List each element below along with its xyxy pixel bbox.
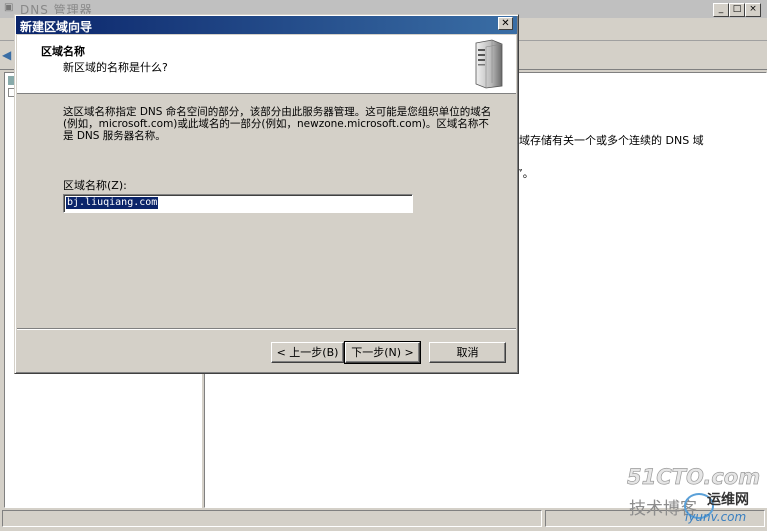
maximize-icon[interactable]: □ (729, 3, 745, 17)
details-description-line-1: 域存储有关一个或多个连续的 DNS 域 (519, 134, 704, 147)
page-subheading: 新区域的名称是什么? (63, 61, 168, 74)
next-button[interactable]: 下一步(N) > (344, 341, 421, 364)
back-button[interactable]: < 上一步(B) (271, 342, 344, 363)
close-icon[interactable]: ✕ (498, 17, 513, 30)
zone-name-selected-text[interactable]: bj.liuqiang.com (66, 197, 159, 209)
close-window-icon[interactable]: × (745, 3, 761, 17)
page-heading: 区域名称 (41, 45, 85, 58)
wizard-title: 新建区域向导 (20, 20, 93, 34)
dns-app-icon: ▣ (4, 2, 14, 13)
server-icon (475, 39, 503, 89)
cancel-button[interactable]: 取消 (429, 342, 506, 363)
watermark-logo: 51CTO.com 技术博客 运维网 iyunv.com (627, 465, 761, 524)
watermark-url: iyunv.com (685, 510, 746, 524)
zone-name-label: 区域名称(Z): (63, 179, 127, 192)
status-panel (2, 510, 542, 527)
watermark-site: 运维网 (707, 491, 749, 508)
minimize-icon[interactable]: _ (713, 3, 729, 17)
wizard-separator (17, 328, 516, 330)
details-description-line-2: ”。 (517, 167, 534, 180)
watermark-brand: 51CTO.com (627, 465, 760, 489)
wizard-description: 这区域名称指定 DNS 命名空间的部分，该部分由此服务器管理。这可能是您组织单位… (63, 106, 492, 142)
